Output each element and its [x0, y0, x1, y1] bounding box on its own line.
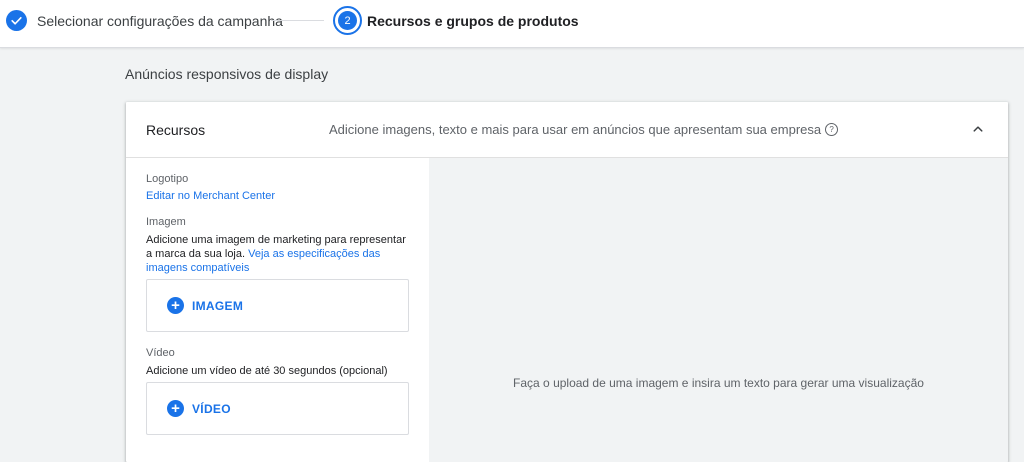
assets-form-panel: Logotipo Editar no Merchant Center Image… — [126, 158, 429, 462]
add-image-button[interactable]: + IMAGEM — [146, 279, 409, 332]
edit-merchant-center-link[interactable]: Editar no Merchant Center — [146, 190, 275, 202]
ad-preview-panel: Faça o upload de uma imagem e insira um … — [429, 158, 1008, 462]
add-video-label: VÍDEO — [192, 402, 231, 416]
add-video-button[interactable]: + VÍDEO — [146, 382, 409, 435]
image-description-block: Adicione uma imagem de marketing para re… — [146, 233, 406, 275]
step-2-number: 2 — [338, 11, 357, 30]
collapse-button[interactable] — [969, 120, 987, 138]
assets-card-header[interactable]: Recursos Adicione imagens, texto e mais … — [126, 102, 1008, 158]
card-description-wrapper: Adicione imagens, texto e mais para usar… — [329, 122, 839, 137]
card-description: Adicione imagens, texto e mais para usar… — [329, 122, 822, 137]
plus-circle-icon: + — [167, 297, 184, 314]
card-title: Recursos — [146, 122, 206, 138]
image-label: Imagem — [146, 216, 186, 228]
plus-circle-icon: + — [167, 400, 184, 417]
video-label: Vídeo — [146, 347, 175, 359]
chevron-up-icon — [973, 126, 983, 132]
step-1-complete-indicator[interactable] — [6, 10, 27, 31]
check-icon — [11, 16, 22, 25]
step-connector — [271, 20, 324, 21]
logo-label: Logotipo — [146, 173, 189, 185]
step-2-active-indicator: 2 — [333, 6, 362, 35]
section-title: Anúncios responsivos de display — [125, 66, 329, 82]
video-description: Adicione um vídeo de até 30 segundos (op… — [146, 365, 388, 377]
add-image-label: IMAGEM — [192, 299, 244, 313]
step-2-label: Recursos e grupos de produtos — [367, 13, 579, 29]
preview-placeholder: Faça o upload de uma imagem e insira um … — [513, 376, 924, 390]
campaign-stepper: Selecionar configurações da campanha 2 R… — [0, 0, 1024, 48]
step-1-label[interactable]: Selecionar configurações da campanha — [37, 13, 283, 29]
help-icon[interactable]: ? — [825, 123, 839, 136]
assets-card: Recursos Adicione imagens, texto e mais … — [126, 102, 1008, 462]
